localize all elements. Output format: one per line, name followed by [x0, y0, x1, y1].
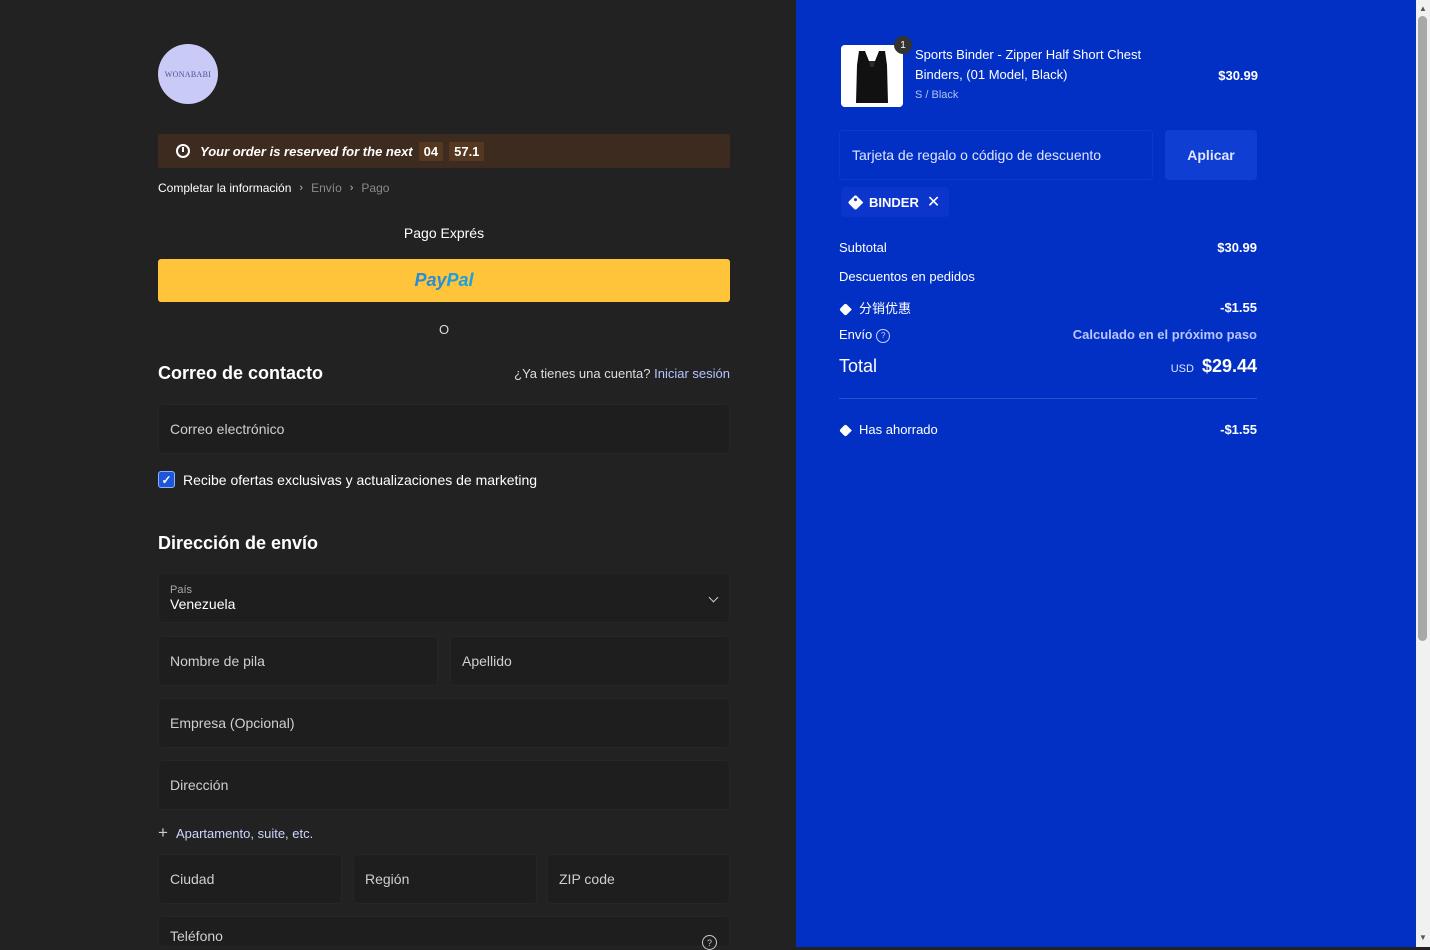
email-field[interactable]: Correo electrónico: [158, 404, 730, 454]
scroll-down-arrow-icon[interactable]: ▼: [1416, 931, 1430, 945]
paypal-logo-pal: Pal: [446, 270, 474, 290]
express-checkout-title: Pago Exprés: [403, 225, 485, 241]
tag-icon: [839, 303, 852, 316]
breadcrumb-shipping: Envío: [311, 181, 342, 195]
email-placeholder: Correo electrónico: [170, 421, 285, 437]
shipping-label: Envío: [839, 327, 873, 342]
discount-name: 分销优惠: [859, 301, 912, 316]
discount-row: 分销优惠 -$1.55: [839, 298, 1257, 317]
zip-placeholder: ZIP code: [559, 871, 615, 887]
marketing-opt-in[interactable]: ✓ Recibe ofertas exclusivas y actualizac…: [158, 471, 537, 488]
city-field[interactable]: Ciudad: [158, 854, 342, 904]
product-price: $30.99: [1218, 68, 1258, 83]
address-placeholder: Dirección: [170, 777, 229, 793]
first-name-placeholder: Nombre de pila: [170, 653, 265, 669]
store-logo[interactable]: WONABABI: [158, 44, 218, 104]
address-field[interactable]: Dirección: [158, 760, 730, 810]
applied-discount-chip: BINDER ✕: [841, 187, 950, 217]
paypal-button[interactable]: Pay Pal: [158, 259, 730, 302]
product-thumbnail: [841, 45, 903, 107]
breadcrumb-information[interactable]: Completar la información: [158, 181, 291, 195]
last-name-field[interactable]: Apellido: [450, 636, 730, 686]
total-currency: USD: [1170, 363, 1194, 375]
subtotal-value: $30.99: [1217, 240, 1257, 255]
first-name-field[interactable]: Nombre de pila: [158, 636, 438, 686]
paypal-logo-pay: Pay: [414, 270, 447, 290]
marketing-label: Recibe ofertas exclusivas y actualizacio…: [183, 471, 538, 488]
product-name: Sports Binder - Zipper Half Short Chest …: [915, 47, 1142, 82]
breadcrumb: Completar la información › Envío › Pago: [158, 181, 389, 195]
order-discounts-row: Descuentos en pedidos: [839, 269, 1257, 284]
country-value: Venezuela: [170, 596, 236, 612]
timer-message: Your order is reserved for the next: [200, 143, 413, 159]
logo-text: WONABABI: [164, 69, 212, 79]
savings-row: Has ahorrado -$1.55: [839, 422, 1257, 437]
city-placeholder: Ciudad: [170, 871, 215, 887]
have-account-text: ¿Ya tienes una cuenta?: [514, 366, 651, 381]
company-field[interactable]: Empresa (Opcional): [158, 698, 730, 748]
country-label: País: [170, 584, 193, 596]
total-row: Total USD $29.44: [839, 356, 1257, 377]
quantity-badge: 1: [894, 36, 912, 54]
shipping-row: Envío? Calculado en el próximo paso: [839, 327, 1257, 343]
last-name-placeholder: Apellido: [462, 653, 512, 669]
saved-value: -$1.55: [1220, 422, 1257, 437]
tag-icon: [847, 194, 864, 210]
summary-divider: [839, 398, 1257, 399]
saved-label: Has ahorrado: [859, 422, 938, 437]
marketing-checkbox[interactable]: ✓: [158, 471, 175, 488]
scroll-up-arrow-icon[interactable]: ▲: [1416, 2, 1430, 16]
question-icon[interactable]: ?: [876, 328, 891, 343]
chevron-right-icon: ›: [299, 182, 304, 194]
order-discounts-label: Descuentos en pedidos: [839, 269, 975, 284]
subtotal-row: Subtotal $30.99: [839, 240, 1257, 255]
region-placeholder: Región: [365, 871, 410, 887]
discount-code-input[interactable]: Tarjeta de regalo o código de descuento: [839, 130, 1153, 180]
timer-minutes: 04: [418, 141, 444, 161]
chevron-down-icon: [708, 592, 719, 603]
discount-code-placeholder: Tarjeta de regalo o código de descuento: [852, 147, 1102, 163]
tag-icon: [839, 424, 852, 437]
chevron-right-icon: ›: [349, 182, 354, 194]
contact-title: Correo de contacto: [158, 363, 324, 383]
breadcrumb-payment: Pago: [361, 181, 390, 195]
or-divider: O: [438, 322, 450, 337]
scrollbar-thumb[interactable]: [1418, 16, 1427, 641]
subtotal-label: Subtotal: [839, 240, 887, 255]
stopwatch-icon: [176, 144, 190, 158]
add-apartment-link[interactable]: + Apartamento, suite, etc.: [158, 823, 313, 843]
shipping-value: Calculado en el próximo paso: [1072, 327, 1257, 343]
phone-field[interactable]: Teléfono ?: [158, 916, 730, 950]
applied-code: BINDER: [869, 194, 919, 210]
login-prompt: ¿Ya tienes una cuenta? Iniciar sesión: [514, 366, 730, 381]
company-placeholder: Empresa (Opcional): [170, 715, 295, 731]
remove-code-close-icon[interactable]: ✕: [927, 192, 940, 212]
phone-placeholder: Teléfono: [170, 928, 223, 944]
add-apartment-label: Apartamento, suite, etc.: [175, 825, 314, 841]
binder-image-icon: [841, 45, 903, 107]
country-select[interactable]: País Venezuela: [158, 573, 730, 623]
total-value: $29.44: [1201, 356, 1257, 376]
plus-icon: +: [158, 823, 168, 842]
timer-seconds: 57.1: [449, 141, 485, 161]
product-variant: S / Black: [915, 89, 959, 101]
zip-field[interactable]: ZIP code: [547, 854, 730, 904]
shipping-title: Dirección de envío: [158, 533, 319, 553]
total-label: Total: [839, 356, 878, 376]
help-icon[interactable]: ?: [702, 935, 717, 950]
login-link[interactable]: Iniciar sesión: [654, 366, 730, 381]
apply-discount-button[interactable]: Aplicar: [1165, 130, 1257, 180]
discount-value: -$1.55: [1220, 300, 1257, 315]
reservation-timer: Your order is reserved for the next 04 5…: [158, 134, 730, 168]
region-field[interactable]: Región: [353, 854, 537, 904]
